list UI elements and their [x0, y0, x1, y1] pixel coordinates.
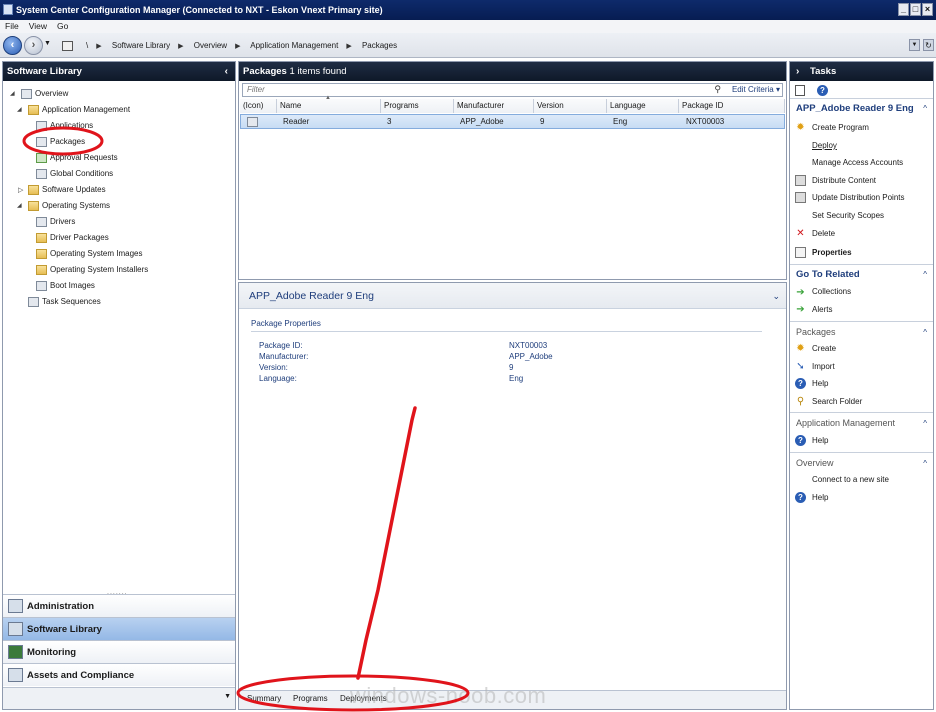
- annotation-overlay: [22, 126, 470, 712]
- highlight-ellipse: [236, 674, 470, 712]
- highlight-ellipse: [22, 126, 104, 156]
- annotation-arrow: [356, 406, 417, 680]
